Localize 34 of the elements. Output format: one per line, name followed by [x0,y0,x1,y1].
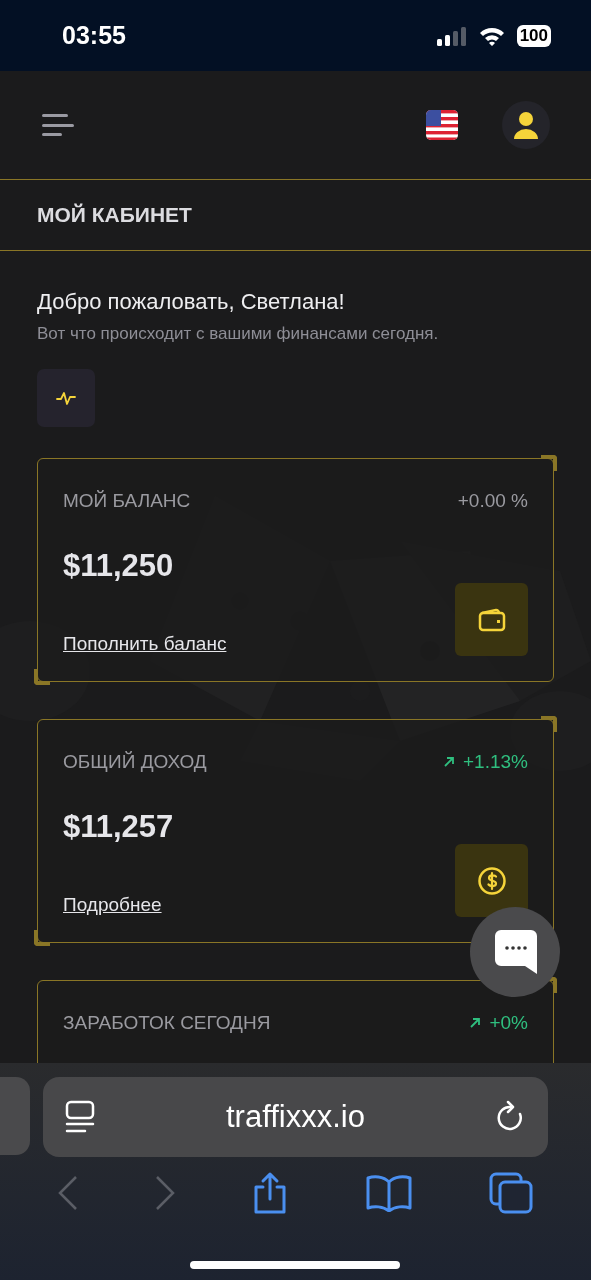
change-percent: +0.00 % [457,488,528,513]
arrow-up-right-icon [443,755,455,768]
url-text[interactable]: traffixxx.io [226,1093,365,1141]
status-time: 03:55 [62,19,126,51]
back-icon[interactable] [58,1175,79,1211]
dollar-coin-icon [476,865,507,896]
flag-icon[interactable] [426,110,458,140]
card-link[interactable]: Подробнее [63,890,162,919]
arrow-up-right-icon [469,1016,482,1029]
battery-level: 100 [516,24,551,47]
profile-button[interactable] [502,101,550,149]
change-percent: +1.13% [463,749,528,774]
welcome-heading: Добро пожаловать, Светлана! [37,288,346,316]
address-bar[interactable]: traffixxx.io [43,1077,548,1157]
pulse-icon [56,390,76,405]
book-icon[interactable] [366,1174,413,1212]
tabs-icon[interactable] [488,1172,533,1214]
change-percent: +0% [489,1010,528,1035]
card-title: ЗАРАБОТОК СЕГОДНЯ [63,1010,271,1035]
reader-icon[interactable] [65,1100,95,1134]
card-title: МОЙ БАЛАНС [63,488,191,513]
chat-bubble-icon [493,928,537,976]
page-title: МОЙ КАБИНЕТ [37,202,192,229]
wifi-icon [478,25,505,46]
welcome-subtitle: Вот что происходит с вашими финансами сегодня. [37,323,440,345]
card-title: ОБЩИЙ ДОХОД [63,749,207,774]
card-link[interactable]: Пополнить баланс [63,629,227,658]
balance-amount: $11,250 [63,547,175,585]
balance-amount: $11,257 [63,808,174,846]
wallet-icon [477,607,506,632]
menu-button[interactable] [42,112,76,138]
forward-icon[interactable] [154,1175,175,1211]
signal-icon [436,25,467,46]
user-icon [513,111,539,139]
